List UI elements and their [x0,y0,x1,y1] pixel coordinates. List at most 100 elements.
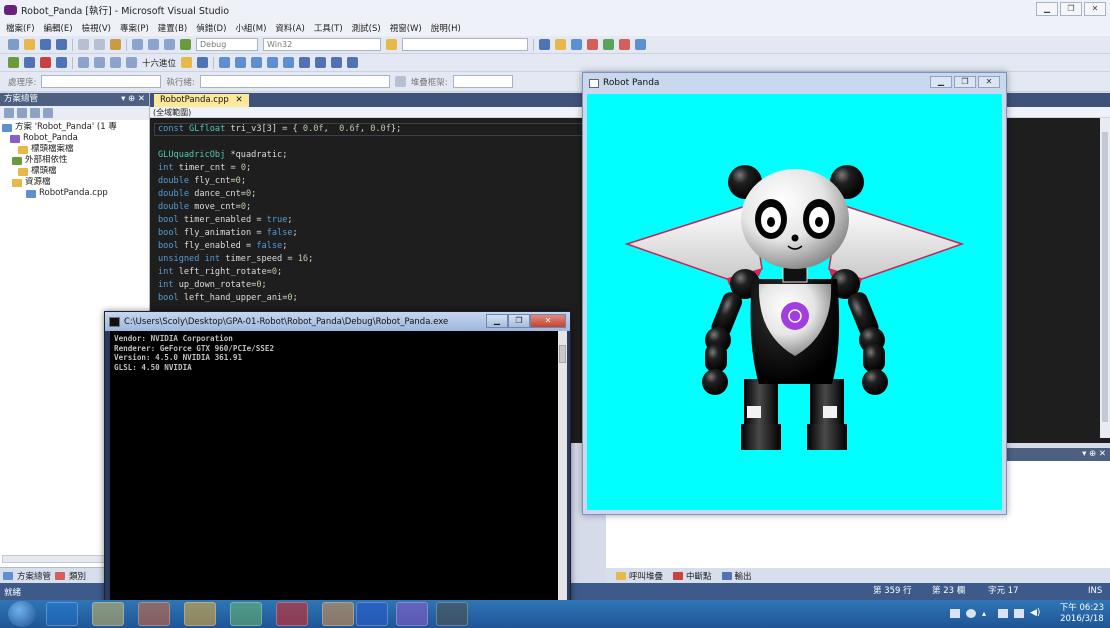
scope-select[interactable]: (全域範圍) [153,108,191,117]
start-debug-icon[interactable] [180,39,191,50]
vs-minimize-button[interactable]: ▁ [1036,2,1058,16]
step-out-icon[interactable] [126,57,137,68]
solution-tree-item[interactable]: 標頭檔案檔 [2,144,149,155]
scrollbar-thumb[interactable] [1102,132,1108,422]
menu-item-2[interactable]: 檢視(V) [82,22,111,34]
visual-studio-taskbar-icon[interactable] [396,602,428,626]
update-icon[interactable] [966,609,976,618]
console-minimize-button[interactable]: ▁ [486,314,508,328]
step-into-icon[interactable] [94,57,105,68]
opengl-canvas[interactable] [587,94,1002,510]
properties-icon[interactable] [555,39,566,50]
thread-select[interactable] [199,75,390,88]
solution-platform-select[interactable]: Win32 [263,38,381,51]
console-maximize-button[interactable]: ❐ [508,314,530,328]
code-text-area[interactable]: const GLfloat tri_v3[3] = { 0.0f, 0.6f, … [158,123,401,305]
start-button[interactable] [8,601,36,627]
properties-icon[interactable] [4,108,14,118]
navigate-icon[interactable] [164,39,175,50]
console-close-button[interactable]: ✕ [530,314,566,328]
step-over-icon[interactable] [110,57,121,68]
tab-class-view[interactable]: 類別 [69,570,86,582]
menu-item-5[interactable]: 偵錯(D) [196,22,226,34]
menu-item-1[interactable]: 編輯(E) [44,22,73,34]
solution-tree-item[interactable]: 外部相依性 [2,155,149,166]
hex-toggle[interactable]: 十六進位 [142,57,176,69]
find-in-files-icon[interactable] [386,39,397,50]
solution-explorer-icon[interactable] [539,39,550,50]
outline-icon[interactable] [219,57,231,68]
save-all-icon[interactable] [56,39,67,50]
menu-item-9[interactable]: 測試(S) [352,22,381,34]
previous-bookmark-icon[interactable] [331,57,343,68]
close-tab-icon[interactable]: ✕ [235,95,242,105]
word-taskbar-icon[interactable] [356,602,388,626]
tab-robotpanda-cpp[interactable]: RobotPanda.cpp ✕ [154,94,249,107]
menu-item-11[interactable]: 說明(H) [431,22,461,34]
panel-pin-icon[interactable]: ▾ ⊕ ✕ [121,93,145,106]
media-player-taskbar-icon[interactable] [138,602,170,626]
indent-icon[interactable] [267,57,279,68]
view-class-diagram-icon[interactable] [43,108,53,118]
new-project-icon[interactable] [8,39,19,50]
copy-icon[interactable] [94,39,105,50]
restart-icon[interactable] [56,57,67,68]
next-bookmark-icon[interactable] [315,57,327,68]
stop-debugging-icon[interactable] [40,57,51,68]
object-browser-icon[interactable] [571,39,582,50]
paint-taskbar-icon[interactable] [230,602,262,626]
cut-icon[interactable] [78,39,89,50]
tab-solution-explorer[interactable]: 方案總管 [17,570,51,582]
show-hidden-icons-icon[interactable]: ▴ [982,609,992,618]
undo-icon[interactable] [132,39,143,50]
menu-item-0[interactable]: 檔案(F) [6,22,35,34]
show-all-files-icon[interactable] [17,108,27,118]
bookmark-icon[interactable] [299,57,311,68]
editor-vertical-scrollbar[interactable] [1100,118,1110,438]
menu-item-7[interactable]: 資料(A) [275,22,304,34]
refresh-icon[interactable] [30,108,40,118]
robot-panda-maximize-button[interactable]: ❐ [954,76,976,88]
internet-explorer-taskbar-icon[interactable] [46,602,78,626]
solution-config-select[interactable]: Debug [196,38,258,51]
solution-tree-item[interactable]: RobotPanda.cpp [2,188,149,199]
continue-icon[interactable] [8,57,19,68]
solution-tree-item[interactable]: 方案 'Robot_Panda' (1 專 [2,122,149,133]
menu-item-3[interactable]: 專案(P) [120,22,149,34]
taskbar-clock[interactable]: 下午 06:23 2016/3/18 [1060,603,1104,625]
network-icon[interactable] [950,609,960,618]
robot-panda-minimize-button[interactable]: ▁ [930,76,952,88]
robot-panda-close-button[interactable]: ✕ [978,76,1000,88]
find-combo[interactable] [402,38,528,51]
process-select[interactable] [41,75,162,88]
menu-item-10[interactable]: 視窗(W) [390,22,422,34]
output-tab-1[interactable]: 中斷點 [673,570,712,582]
debug-windows-icon[interactable] [197,57,209,68]
outdent-icon[interactable] [283,57,295,68]
window-icon[interactable] [635,39,646,50]
start-page-icon[interactable] [603,39,614,50]
volume-icon[interactable]: ◀) [1030,608,1040,618]
menu-item-6[interactable]: 小組(M) [235,22,266,34]
clear-bookmarks-icon[interactable] [347,57,359,68]
save-icon[interactable] [40,39,51,50]
output-tab-0[interactable]: 呼叫堆疊 [616,570,663,582]
console-scrollbar-thumb[interactable] [559,345,566,363]
menu-item-4[interactable]: 建置(B) [158,22,187,34]
acrobat-taskbar-icon[interactable] [276,602,308,626]
open-file-icon[interactable] [24,39,35,50]
console-output-area[interactable]: Vendor: NVIDIA Corporation Renderer: GeFo… [110,331,558,603]
paste-icon[interactable] [110,39,121,50]
comment-icon[interactable] [235,57,247,68]
vs-close-button[interactable]: ✕ [1084,2,1106,16]
solution-tree-item[interactable]: 標頭檔 [2,166,149,177]
extension-manager-icon[interactable] [619,39,630,50]
flag-icon[interactable] [998,609,1008,618]
stack-frame-select[interactable] [452,75,513,88]
redo-icon[interactable] [148,39,159,50]
image-editor-taskbar-icon[interactable] [322,602,354,626]
file-explorer-taskbar-icon[interactable] [92,602,124,626]
solution-tree-item[interactable]: 資源檔 [2,177,149,188]
console-taskbar-icon[interactable] [436,602,468,626]
console-vertical-scrollbar[interactable] [558,331,567,603]
